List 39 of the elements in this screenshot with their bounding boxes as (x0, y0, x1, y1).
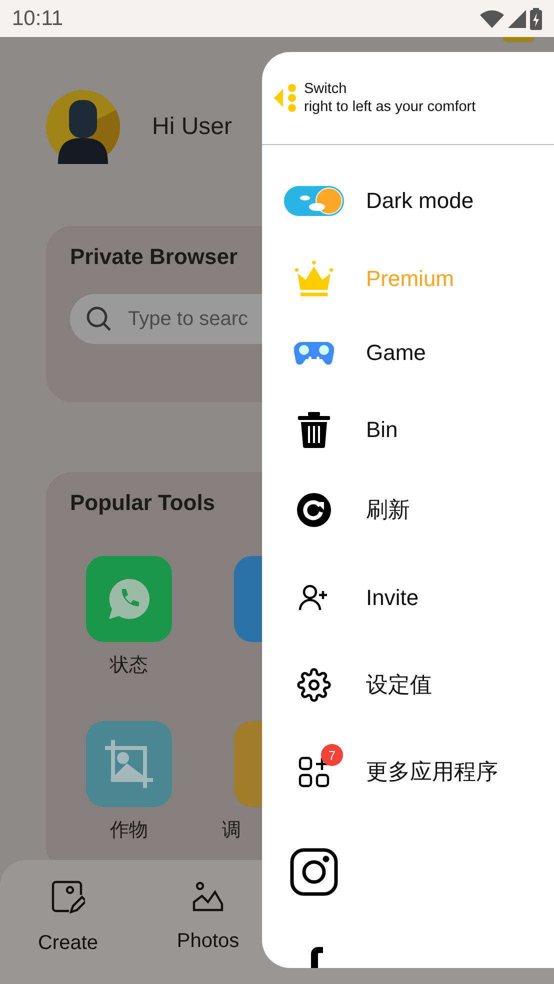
tab-indicator (503, 37, 534, 42)
search-field[interactable]: Type to searc (70, 294, 262, 344)
card-title: Private Browser (70, 244, 239, 270)
landscape-icon (192, 880, 224, 912)
tool-label: 状态 (110, 654, 148, 676)
tool-tile[interactable] (86, 556, 172, 642)
count-badge: 7 (321, 744, 343, 766)
nav-button[interactable]: Create (13, 880, 123, 984)
phone-chat-icon (107, 577, 151, 621)
menu-item[interactable]: Invite (262, 559, 554, 637)
trash-icon (298, 412, 330, 448)
card-title: Popular Tools (70, 490, 216, 516)
menu-item[interactable]: 刷新 (262, 471, 554, 549)
toggle-switch[interactable] (283, 185, 345, 217)
menu-item[interactable]: Dark mode (262, 162, 554, 240)
swipe-hint: Switch right to left as your comfort (304, 80, 476, 116)
crop-image-icon (103, 738, 155, 790)
tool-tile[interactable] (86, 721, 172, 807)
add-user-icon (298, 585, 330, 611)
instagram-icon[interactable] (290, 848, 338, 896)
gamepad-icon (294, 340, 334, 366)
wifi-icon (480, 10, 504, 28)
edit-image-icon (51, 880, 85, 914)
signal-icon (508, 10, 526, 28)
tool-label: 调 (222, 819, 241, 841)
apps-icon (298, 756, 330, 788)
tool-label: 作物 (110, 819, 148, 841)
menu-item[interactable]: 设定值 (262, 646, 554, 724)
greeting: Hi User (152, 113, 232, 141)
clock: 10:11 (12, 6, 63, 30)
nav-button[interactable]: Photos (153, 880, 263, 984)
settings-icon (297, 668, 331, 702)
menu-item[interactable]: 7 更多应用程序 (262, 733, 554, 811)
crown-icon (294, 259, 334, 299)
refresh-icon (297, 493, 331, 527)
battery-icon (530, 8, 542, 30)
search-icon (86, 306, 112, 332)
menu-item[interactable]: Bin (262, 391, 554, 469)
swipe-icon (274, 83, 298, 113)
